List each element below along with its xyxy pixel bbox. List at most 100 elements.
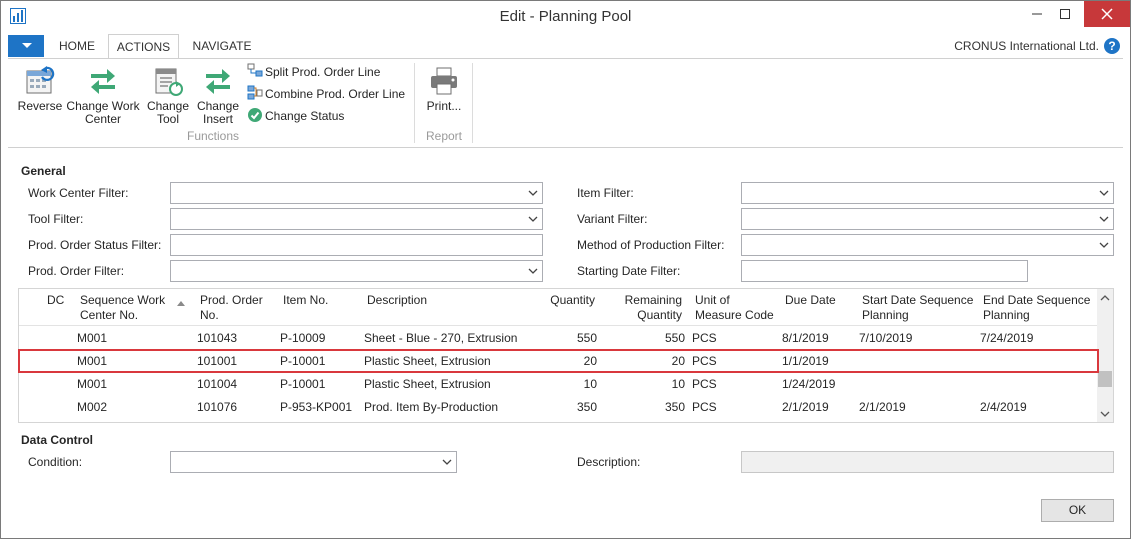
variant-filter-field[interactable] [741, 208, 1114, 230]
prod-order-status-filter-field[interactable] [170, 234, 543, 256]
header-line-2: Planning [862, 308, 909, 322]
column-header-remaining-quantity[interactable]: Remaining Quantity [599, 293, 682, 323]
column-header-quantity[interactable]: Quantity [519, 293, 595, 308]
tab-navigate[interactable]: NAVIGATE [184, 34, 260, 58]
method-of-production-filter-field[interactable] [741, 234, 1114, 256]
starting-date-filter-field[interactable] [741, 260, 1028, 282]
change-work-center-button[interactable]: Change Work Center [65, 59, 141, 126]
maximize-button[interactable] [1051, 1, 1079, 27]
tool-filter-label: Tool Filter: [28, 212, 84, 226]
tool-filter-field[interactable] [170, 208, 543, 230]
column-header-start-date-sequence-planning[interactable]: Start Date Sequence Planning [862, 293, 973, 323]
condition-field[interactable] [170, 451, 457, 473]
tab-actions[interactable]: ACTIONS [108, 34, 179, 59]
selected-row-highlight [18, 349, 1099, 373]
chevron-down-icon[interactable] [1099, 188, 1109, 198]
cell-description: Plastic Sheet, Extrusion [364, 377, 491, 391]
cell-unit-of-measure: PCS [692, 331, 717, 345]
chevron-down-icon[interactable] [528, 188, 538, 198]
header-line-1: End Date Sequence [983, 293, 1091, 307]
chevron-down-icon[interactable] [528, 214, 538, 224]
cell-due-date: 8/1/2019 [782, 331, 829, 345]
change-insert-label-1: Change [196, 99, 240, 113]
chevron-down-icon[interactable] [1099, 214, 1109, 224]
grid-vertical-scrollbar[interactable] [1097, 289, 1113, 422]
prod-order-status-filter-label: Prod. Order Status Filter: [28, 238, 162, 252]
cell-due-date: 2/1/2019 [782, 400, 829, 414]
cell-start-date-sequence: 7/10/2019 [859, 331, 913, 345]
header-line-1: Prod. Order [200, 293, 263, 307]
description-field [741, 451, 1114, 473]
change-tool-icon [155, 68, 183, 96]
functions-group-label: Functions [186, 129, 240, 143]
work-center-filter-field[interactable] [170, 182, 543, 204]
cell-end-date-sequence: 2/4/2019 [980, 400, 1027, 414]
column-header-end-date-sequence-planning[interactable]: End Date Sequence Planning [983, 293, 1090, 323]
header-line-2: No. [200, 308, 219, 322]
description-label: Description: [577, 455, 641, 469]
cell-unit-of-measure: PCS [692, 400, 717, 414]
planning-pool-window: Edit - Planning Pool HOME ACTIONS NAVIGA… [0, 0, 1131, 539]
column-header-due-date[interactable]: Due Date [785, 293, 836, 308]
split-prod-order-line-button[interactable]: Split Prod. Order Line [247, 63, 380, 83]
column-header-sequence-work-center-no[interactable]: Sequence Work Center No. [80, 293, 165, 323]
combine-prod-order-line-button[interactable]: Combine Prod. Order Line [247, 85, 405, 105]
table-row[interactable]: M001 101004 P-10001 Plastic Sheet, Extru… [19, 373, 1097, 396]
change-work-center-label-1: Change Work [66, 99, 140, 113]
cell-work-center: M002 [77, 400, 108, 414]
general-section-title: General [21, 164, 66, 178]
printer-icon [431, 67, 457, 95]
column-header-item-no[interactable]: Item No. [283, 293, 328, 308]
print-button[interactable]: Print... [422, 59, 466, 113]
cell-item-no: P-10009 [280, 331, 326, 345]
data-control-section-title: Data Control [21, 433, 93, 447]
ribbon-tab-bar: HOME ACTIONS NAVIGATE CRONUS Internation… [1, 34, 1130, 59]
header-line-1: Sequence Work [80, 293, 166, 307]
column-header-description[interactable]: Description [367, 293, 427, 308]
chevron-down-icon[interactable] [1099, 240, 1109, 250]
change-status-button[interactable]: Change Status [247, 107, 344, 127]
item-filter-field[interactable] [741, 182, 1114, 204]
chevron-up-icon[interactable] [1100, 293, 1110, 303]
reverse-label: Reverse [17, 99, 63, 113]
application-menu-button[interactable] [8, 35, 44, 57]
starting-date-filter-label: Starting Date Filter: [577, 264, 681, 278]
prod-order-filter-field[interactable] [170, 260, 543, 282]
print-label: Print... [426, 99, 462, 113]
table-row[interactable]: M001 101043 P-10009 Sheet - Blue - 270, … [19, 327, 1097, 350]
tab-home[interactable]: HOME [49, 34, 105, 58]
reverse-button[interactable]: Reverse [12, 59, 68, 113]
company-name: CRONUS International Ltd. [954, 39, 1099, 53]
cell-prod-order-no: 101004 [197, 377, 238, 391]
help-icon[interactable]: ? [1104, 38, 1120, 54]
ribbon-separator [472, 63, 473, 143]
close-button[interactable] [1084, 1, 1130, 27]
cell-end-date-sequence: 7/24/2019 [980, 331, 1034, 345]
header-line-1: Remaining [624, 293, 682, 307]
chevron-down-icon[interactable] [528, 266, 538, 276]
chevron-down-icon[interactable] [442, 457, 452, 467]
column-header-unit-of-measure-code[interactable]: Unit of Measure Code [695, 293, 774, 323]
cell-start-date-sequence: 2/1/2019 [859, 400, 906, 414]
ok-button[interactable]: OK [1041, 499, 1114, 522]
cell-prod-order-no: 101043 [197, 331, 238, 345]
minimize-button[interactable] [1023, 1, 1051, 27]
work-center-filter-label: Work Center Filter: [28, 186, 129, 200]
cell-item-no: P-10001 [280, 377, 326, 391]
change-tool-label-2: Tool [156, 112, 179, 126]
table-row[interactable]: M002 101076 P-953-KP001 Prod. Item By-Pr… [19, 396, 1097, 419]
combine-label: Combine Prod. Order Line [265, 87, 406, 101]
column-header-dc[interactable]: DC [47, 293, 64, 308]
window-title: Edit - Planning Pool [499, 8, 632, 25]
ribbon-separator [414, 63, 415, 143]
close-icon [1101, 8, 1113, 20]
change-insert-button[interactable]: Change Insert [194, 59, 242, 126]
chevron-down-icon[interactable] [1100, 409, 1110, 419]
scrollbar-thumb[interactable] [1098, 371, 1112, 387]
column-header-prod-order-no[interactable]: Prod. Order No. [200, 293, 263, 323]
change-tool-button[interactable]: Change Tool [144, 59, 192, 126]
title-bar: Edit - Planning Pool [1, 1, 1130, 33]
header-line-1: Unit of [695, 293, 730, 307]
change-insert-label-2: Insert [202, 112, 233, 126]
cell-unit-of-measure: PCS [692, 377, 717, 391]
